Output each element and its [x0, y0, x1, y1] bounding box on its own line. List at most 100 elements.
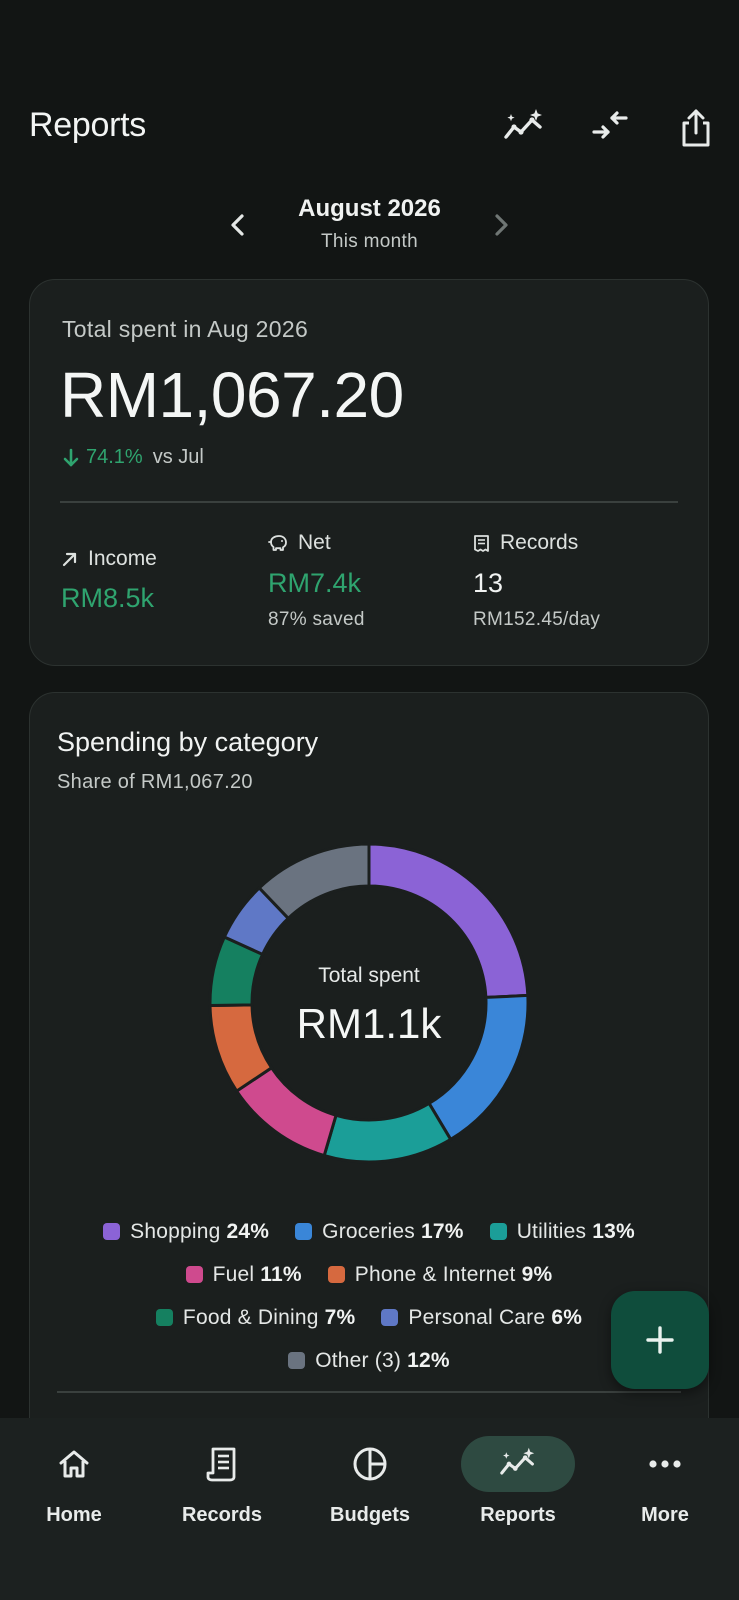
- legend-percent: 7%: [324, 1305, 356, 1329]
- net-value: RM7.4k: [268, 568, 362, 598]
- nav-records[interactable]: Records: [152, 1436, 292, 1527]
- change-percent: 74.1%: [86, 446, 143, 468]
- records-value: 13: [473, 568, 504, 598]
- legend-swatch: [489, 1223, 507, 1240]
- legend-row: Shopping 24% Groceries 17% Utilities 13%: [57, 1210, 681, 1253]
- legend-swatch: [155, 1309, 173, 1326]
- home-icon: [59, 1450, 89, 1478]
- nav-budgets-label: Budgets: [330, 1504, 410, 1526]
- nav-home-pill: [17, 1436, 131, 1492]
- net-sub: 87% saved: [268, 609, 365, 630]
- arrow-up-right-icon: [62, 552, 77, 567]
- legend-label: Personal Care 6%: [408, 1305, 583, 1329]
- legend-label: Food & Dining 7%: [182, 1305, 356, 1329]
- net-label: Net: [298, 531, 331, 554]
- net-stat: Net: [268, 531, 331, 555]
- income-value: RM8.5k: [61, 583, 155, 613]
- legend-item: Shopping 24%: [103, 1220, 269, 1244]
- legend-swatch: [295, 1223, 313, 1240]
- donut-center-value: RM1.1k: [296, 1000, 442, 1047]
- nav-more[interactable]: More: [595, 1436, 735, 1527]
- legend-swatch: [103, 1223, 121, 1240]
- plus-icon: [646, 1326, 674, 1354]
- legend-percent: 6%: [551, 1305, 583, 1329]
- nav-reports[interactable]: Reports: [448, 1436, 588, 1527]
- legend-percent: 17%: [421, 1219, 464, 1243]
- period-subtitle: This month: [321, 231, 418, 252]
- summary-card: Total spent in Aug 2026 RM1,067.20 74.1%…: [29, 279, 709, 666]
- legend-item: Other (3) 12%: [288, 1349, 450, 1373]
- receipt-icon: [206, 1447, 236, 1482]
- nav-more-pill: [608, 1436, 722, 1492]
- category-title: Spending by category: [57, 727, 319, 757]
- legend-item: Groceries 17%: [295, 1220, 464, 1244]
- change-comparison: vs Jul: [152, 446, 204, 468]
- legend-percent: 12%: [407, 1348, 450, 1372]
- legend-percent: 13%: [592, 1219, 635, 1243]
- legend-swatch: [288, 1352, 306, 1369]
- arrow-down-icon: [63, 448, 79, 466]
- nav-budgets[interactable]: Budgets: [300, 1436, 440, 1527]
- page-title: Reports: [29, 106, 146, 144]
- legend-item: Personal Care 6%: [381, 1306, 582, 1330]
- period-month: August 2026: [298, 195, 441, 222]
- records-label: Records: [500, 531, 579, 554]
- legend-label: Shopping 24%: [130, 1219, 270, 1243]
- chevron-right-icon: [495, 214, 508, 236]
- divider: [60, 501, 678, 503]
- nav-reports-pill: [461, 1436, 575, 1492]
- nav-budgets-pill: [313, 1436, 427, 1492]
- chart-legend: Shopping 24% Groceries 17% Utilities 13% Fu…: [57, 1210, 681, 1382]
- records-stat: Records: [473, 531, 578, 555]
- bottom-nav: Home Records Budgets Reports More: [0, 1418, 739, 1600]
- nav-home-label: Home: [46, 1504, 102, 1526]
- share-icon: [682, 109, 710, 147]
- nav-records-pill: [165, 1436, 279, 1492]
- total-spent-label: Total spent in Aug 2026: [62, 316, 309, 342]
- add-record-button[interactable]: [611, 1291, 709, 1389]
- insights-sparkle-icon: [500, 1447, 535, 1475]
- nav-records-label: Records: [181, 1504, 263, 1526]
- nav-reports-label: Reports: [480, 1504, 556, 1526]
- piggy-bank-icon: [268, 535, 287, 551]
- legend-item: Utilities 13%: [489, 1219, 635, 1244]
- more-dots-icon: [649, 1460, 681, 1468]
- compare-button[interactable]: [586, 103, 634, 151]
- donut-slice-other-3: [257, 842, 371, 921]
- legend-item: Food & Dining 7%: [155, 1305, 356, 1330]
- legend-swatch: [381, 1309, 399, 1326]
- income-stat: Income: [62, 547, 157, 571]
- next-month-button[interactable]: [481, 205, 521, 245]
- nav-home[interactable]: Home: [4, 1436, 144, 1527]
- legend-swatch: [185, 1266, 203, 1283]
- legend-label: Fuel 11%: [212, 1262, 302, 1286]
- nav-more-label: More: [641, 1504, 689, 1526]
- income-label: Income: [88, 547, 157, 570]
- legend-label: Utilities 13%: [516, 1219, 635, 1243]
- period-selector[interactable]: August 2026 This month: [0, 195, 739, 253]
- legend-label: Groceries 17%: [322, 1219, 464, 1243]
- pie-icon: [353, 1447, 387, 1481]
- legend-label: Phone & Internet 9%: [354, 1262, 553, 1286]
- legend-percent: 9%: [521, 1262, 553, 1286]
- legend-item: Fuel 11%: [185, 1262, 302, 1287]
- legend-row: Fuel 11% Phone & Internet 9%: [57, 1253, 681, 1296]
- legend-row: Other (3) 12%: [57, 1339, 681, 1382]
- divider: [57, 1391, 681, 1393]
- insights-button[interactable]: [500, 103, 548, 151]
- donut-slice-utilities: [322, 1101, 453, 1164]
- insights-sparkle-icon: [504, 109, 542, 139]
- change-indicator: 74.1% vs Jul: [62, 446, 204, 469]
- records-sub: RM152.45/day: [473, 609, 601, 630]
- legend-row: Food & Dining 7% Personal Care 6%: [57, 1296, 681, 1339]
- receipt-icon: [474, 534, 489, 552]
- total-spent-value: RM1,067.20: [60, 359, 404, 431]
- legend-percent: 24%: [226, 1219, 270, 1243]
- legend-percent: 11%: [260, 1262, 302, 1286]
- share-button[interactable]: [672, 104, 720, 152]
- donut-center-label: Total spent: [318, 964, 420, 987]
- legend-label: Other (3) 12%: [315, 1348, 450, 1372]
- legend-swatch: [327, 1266, 345, 1283]
- legend-item: Phone & Internet 9%: [327, 1262, 553, 1287]
- compare-arrows-icon: [592, 111, 628, 139]
